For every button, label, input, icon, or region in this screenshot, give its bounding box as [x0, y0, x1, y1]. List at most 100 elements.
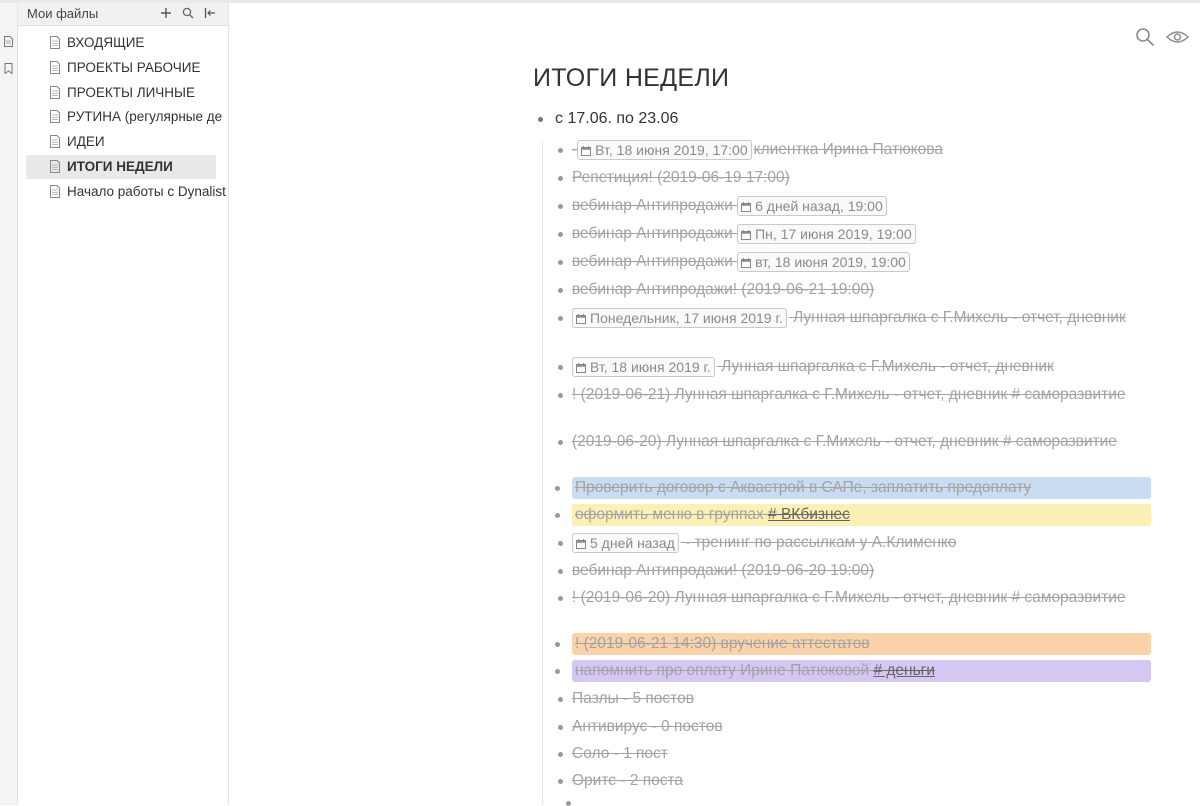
bullet[interactable] [558, 569, 563, 574]
date-chip[interactable]: 6 дней назад, 19:00 [737, 195, 887, 216]
bullet[interactable] [558, 779, 563, 784]
bullet[interactable] [558, 260, 563, 265]
bullet[interactable] [558, 365, 563, 370]
sidebar-file-label: ВХОДЯЩИЕ [67, 35, 145, 50]
sidebar-file-item[interactable]: ПРОЕКТЫ ЛИЧНЫЕ [26, 81, 216, 105]
task-item[interactable]: 5 дней назад - тренинг по рассылкам у А.… [558, 532, 1172, 554]
sidebar-file-label: ПРОЕКТЫ РАБОЧИЕ [67, 59, 201, 75]
bookmark-icon[interactable] [4, 63, 13, 74]
add-file-button[interactable] [158, 5, 174, 21]
tag-link[interactable]: # ВКбизнес [768, 506, 850, 523]
task-item[interactable]: ! (2019-06-21 14:30) вручение аттестатов [555, 633, 1151, 655]
sidebar-file-label: ПРОЕКТЫ ЛИЧНЫЕ [67, 84, 195, 100]
collapse-sidebar-button[interactable] [202, 5, 218, 21]
task-item[interactable]: Репетиция! (2019-06-19 17:00) [558, 167, 1172, 189]
bullet[interactable] [558, 393, 563, 398]
indent-guide [542, 141, 543, 805]
task-item[interactable]: Соло - 1 пост [558, 743, 1172, 765]
bullet[interactable] [558, 232, 563, 237]
task-item[interactable]: Вт, 18 июня 2019 г. Лунная шпаргалка с Г… [558, 356, 1172, 378]
task-item[interactable]: Оритс - 2 поста [558, 770, 1172, 792]
task-text: вебинар Антипродажи! (2019-06-20 19:00) [572, 562, 875, 579]
date-chip[interactable]: Пн, 17 июня 2019, 19:00 [737, 223, 916, 244]
task-text: оформить меню в группах [575, 506, 769, 523]
document-area: ИТОГИ НЕДЕЛИ с 17.06. по 23.06 - Вт, 18 и… [229, 3, 1200, 806]
period-item[interactable]: с 17.06. по 23.06 [555, 110, 678, 128]
sidebar-file-item[interactable]: ИДЕИ [26, 130, 216, 154]
task-item[interactable]: вебинар Антипродажи вт, 18 июня 2019, 19… [558, 251, 1172, 273]
task-text: Лунная шпаргалка с Г.Михель - отчет, дне… [716, 358, 1054, 375]
bullet[interactable] [558, 316, 563, 321]
sidebar-file-item[interactable]: Начало работы с Dynalist [26, 180, 226, 204]
task-text: вебинар Антипродажи! (2019-06-21 19:00) [572, 281, 875, 298]
task-text: (2019-06-20) Лунная шпаргалка с Г.Михель… [572, 433, 1117, 450]
task-text: Соло - 1 пост [572, 745, 668, 762]
bullet[interactable] [558, 148, 563, 153]
bullet[interactable] [558, 697, 563, 702]
bullet[interactable] [558, 204, 563, 209]
task-item[interactable]: Пазлы - 5 постов [558, 688, 1172, 710]
date-chip[interactable]: Вт, 18 июня 2019, 17:00 [577, 139, 752, 160]
task-item[interactable]: вебинар Антипродажи Пн, 17 июня 2019, 19… [558, 223, 1172, 245]
sidebar-file-item[interactable]: ИТОГИ НЕДЕЛИ [26, 154, 216, 179]
task-item[interactable]: вебинар Антипродажи 6 дней назад, 19:00 [558, 195, 1172, 217]
bullet[interactable] [558, 440, 563, 445]
bullet[interactable] [558, 596, 563, 601]
bullet[interactable] [555, 669, 560, 674]
task-item[interactable]: - Вт, 18 июня 2019, 17:00 клиентка Ирина П… [558, 139, 1172, 161]
bullet[interactable] [558, 725, 563, 730]
bullet[interactable] [566, 801, 571, 806]
bullet[interactable] [558, 541, 563, 546]
task-item[interactable]: ! (2019-06-20) Лунная шпаргалка с Г.Михе… [558, 587, 1172, 609]
bullet[interactable] [555, 486, 560, 491]
task-item[interactable]: (2019-06-20) Лунная шпаргалка с Г.Михель… [558, 431, 1172, 453]
task-item[interactable]: оформить меню в группах # ВКбизнес [555, 504, 1151, 526]
bullet[interactable] [558, 176, 563, 181]
calendar-icon [741, 229, 752, 240]
search-icon [182, 7, 194, 19]
task-text: ! (2019-06-20) Лунная шпаргалка с Г.Михе… [572, 589, 1126, 606]
sidebar-file-item[interactable]: ПРОЕКТЫ РАБОЧИЕ [26, 56, 216, 80]
date-chip-label: Пн, 17 июня 2019, 19:00 [755, 225, 912, 242]
task-text: клиентка Ирина Патюкова [753, 141, 943, 158]
calendar-icon [741, 257, 752, 268]
task-text: вебинар Антипродажи [572, 225, 738, 242]
sidebar-file-item[interactable]: ВХОДЯЩИЕ [26, 31, 216, 55]
task-item[interactable]: вебинар Антипродажи! (2019-06-21 19:00) [558, 279, 1172, 301]
file-list: ВХОДЯЩИЕ ПРОЕКТЫ РАБОЧИЕ ПРОЕКТЫ ЛИЧНЫЕ РУТ… [26, 31, 228, 205]
task-item[interactable]: Понедельник, 17 июня 2019 г. Лунная шпар… [558, 307, 1172, 329]
date-chip[interactable]: Вт, 18 июня 2019 г. [572, 356, 715, 377]
date-chip-label: 5 дней назад [590, 534, 675, 551]
calendar-icon [581, 145, 592, 156]
task-item[interactable]: вебинар Антипродажи! (2019-06-20 19:00) [558, 560, 1172, 582]
task-item[interactable]: Антивирус - 0 постов [558, 716, 1172, 738]
calendar-icon [576, 538, 586, 549]
tag-link[interactable]: # деньги [873, 662, 935, 679]
bullet[interactable] [558, 752, 563, 757]
file-sidebar: Мои файлы ВХОДЯЩИЕ ПРОЕКТЫ РАБОЧИЕ ПРОЕКТЫ… [18, 3, 229, 805]
task-text: Проверить договор с Аквастрой в САПе, за… [575, 479, 1032, 496]
task-item[interactable]: ! (2019-06-21) Лунная шпаргалка с Г.Михе… [558, 384, 1172, 406]
document-title[interactable]: ИТОГИ НЕДЕЛИ [533, 64, 729, 93]
eye-icon[interactable] [1166, 30, 1189, 44]
date-chip-label: Понедельник, 17 июня 2019 г. [590, 309, 783, 326]
date-chip[interactable]: 5 дней назад [572, 532, 679, 553]
bullet[interactable] [538, 117, 543, 122]
date-chip[interactable]: вт, 18 июня 2019, 19:00 [737, 251, 910, 272]
task-item[interactable]: напомнить про оплату Ирине Патюковой # д… [555, 660, 1151, 682]
document-icon [50, 36, 60, 49]
date-chip[interactable]: Понедельник, 17 июня 2019 г. [572, 307, 787, 328]
task-text: напомнить про оплату Ирине Патюковой [575, 662, 874, 679]
bullet[interactable] [555, 642, 560, 647]
file-icon[interactable] [4, 36, 13, 47]
search-icon[interactable] [1135, 27, 1155, 47]
bullet[interactable] [555, 513, 560, 518]
plus-icon [161, 8, 171, 18]
task-item[interactable]: Проверить договор с Аквастрой в САПе, за… [555, 477, 1151, 499]
task-text: Лунная шпаргалка с Г.Михель - отчет, дне… [788, 309, 1126, 326]
bullet[interactable] [558, 288, 563, 293]
sidebar-search-button[interactable] [180, 5, 196, 21]
document-icon [50, 184, 60, 198]
calendar-icon [741, 201, 752, 212]
sidebar-file-item[interactable]: РУТИНА (регулярные де [26, 105, 222, 129]
